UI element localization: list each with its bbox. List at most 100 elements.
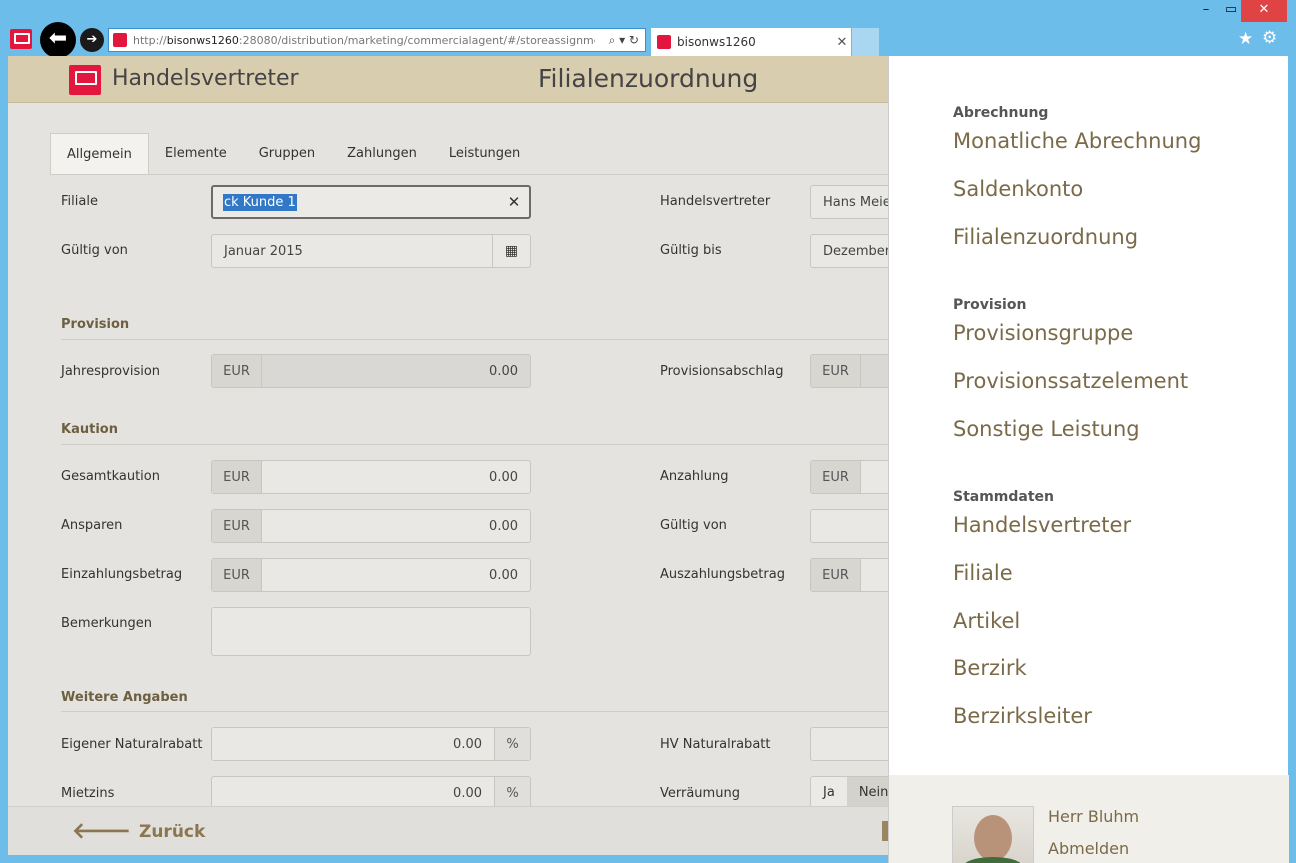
tab-title: bisonws1260 bbox=[677, 35, 756, 49]
menu-item-filialenzuordnung[interactable]: Filialenzuordnung bbox=[953, 225, 1138, 249]
minimize-button[interactable]: – bbox=[1191, 0, 1221, 22]
menu-item-berzirksleiter[interactable]: Berzirksleiter bbox=[953, 704, 1092, 728]
address-tools[interactable]: ⌕ ▾ ↻ bbox=[595, 33, 645, 48]
menu-category-abrechnung: Abrechnung bbox=[953, 105, 1049, 121]
tab-gruppen[interactable]: Gruppen bbox=[243, 133, 331, 175]
tab-elemente[interactable]: Elemente bbox=[149, 133, 243, 175]
page-title: Filialenzuordnung bbox=[538, 64, 759, 93]
currency-addon: EUR bbox=[212, 355, 262, 387]
gueltig-bis-value: Dezember bbox=[823, 243, 888, 259]
back-button-label: Zurück bbox=[139, 822, 206, 842]
einzahlungsbetrag-value: 0.00 bbox=[489, 567, 518, 583]
back-icon[interactable]: ⬅ bbox=[40, 22, 76, 58]
menu-item-filiale[interactable]: Filiale bbox=[953, 561, 1013, 585]
gesamtkaution-value: 0.00 bbox=[489, 469, 518, 485]
ansparen-field[interactable]: EUR 0.00 bbox=[211, 509, 531, 543]
mietzins-label: Mietzins bbox=[61, 786, 115, 801]
ansparen-value: 0.00 bbox=[489, 518, 518, 534]
provisionsabschlag-field: EUR bbox=[810, 354, 888, 388]
logout-link[interactable]: Abmelden bbox=[1048, 839, 1129, 858]
tab-zahlungen[interactable]: Zahlungen bbox=[331, 133, 433, 175]
kaution-gueltig-von-field[interactable] bbox=[810, 509, 888, 543]
app-logo-icon bbox=[10, 29, 32, 49]
address-bar[interactable]: http://bisonws1260:28080/distribution/ma… bbox=[108, 28, 646, 52]
auszahlungsbetrag-field[interactable]: EUR bbox=[810, 558, 888, 592]
gueltig-von-field[interactable]: Januar 2015 ▦ bbox=[211, 234, 531, 268]
site-favicon-icon bbox=[113, 33, 127, 47]
handelsvertreter-value: Hans Meier bbox=[823, 194, 888, 210]
calendar-icon[interactable]: ▦ bbox=[492, 235, 530, 267]
auszahlungsbetrag-label: Auszahlungsbetrag bbox=[660, 567, 785, 582]
new-tab-button[interactable] bbox=[852, 28, 879, 56]
anzahlung-field[interactable]: EUR bbox=[810, 460, 888, 494]
ansparen-label: Ansparen bbox=[61, 518, 123, 533]
toggle-nein[interactable]: Nein bbox=[846, 777, 888, 809]
section-divider bbox=[61, 444, 888, 445]
close-window-button[interactable]: ✕ bbox=[1241, 0, 1287, 22]
bemerkungen-textarea[interactable] bbox=[211, 607, 531, 656]
menu-category-stammdaten: Stammdaten bbox=[953, 489, 1055, 505]
gesamtkaution-label: Gesamtkaution bbox=[61, 469, 160, 484]
menu-item-provisionsgruppe[interactable]: Provisionsgruppe bbox=[953, 321, 1133, 345]
tabs-divider bbox=[50, 174, 888, 175]
gesamtkaution-field[interactable]: EUR 0.00 bbox=[211, 460, 531, 494]
section-weitere-angaben: Weitere Angaben bbox=[61, 690, 188, 705]
menu-item-artikel[interactable]: Artikel bbox=[953, 609, 1020, 633]
percent-addon: % bbox=[494, 777, 530, 809]
mietzins-value: 0.00 bbox=[453, 785, 482, 801]
favorites-star-icon[interactable]: ★ bbox=[1238, 29, 1253, 49]
url-prefix: http:// bbox=[133, 33, 167, 47]
back-button[interactable]: 🡐 Zurück bbox=[72, 821, 206, 843]
jahresprovision-label: Jahresprovision bbox=[61, 364, 161, 379]
einzahlungsbetrag-label: Einzahlungsbetrag bbox=[61, 567, 183, 582]
menu-item-saldenkonto[interactable]: Saldenkonto bbox=[953, 177, 1083, 201]
tab-leistungen[interactable]: Leistungen bbox=[433, 133, 536, 175]
page-header: Handelsvertreter Filialenzuordnung bbox=[8, 56, 888, 103]
clear-icon[interactable]: ✕ bbox=[499, 193, 529, 211]
currency-addon: EUR bbox=[811, 559, 861, 591]
percent-addon: % bbox=[494, 728, 530, 760]
app-name: Handelsvertreter bbox=[112, 66, 299, 91]
url-text[interactable]: http://bisonws1260:28080/distribution/ma… bbox=[133, 34, 595, 47]
eigener-naturalrabatt-label: Eigener Naturalrabatt bbox=[61, 737, 203, 752]
eigener-naturalrabatt-value: 0.00 bbox=[453, 736, 482, 752]
settings-gear-icon[interactable]: ⚙ bbox=[1262, 28, 1277, 48]
menu-item-sonstige-leistung[interactable]: Sonstige Leistung bbox=[953, 417, 1140, 441]
tab-close-icon[interactable]: ✕ bbox=[833, 35, 851, 50]
currency-addon: EUR bbox=[212, 559, 262, 591]
menu-item-monatliche-abrechnung[interactable]: Monatliche Abrechnung bbox=[953, 129, 1201, 153]
browser-tab[interactable]: bisonws1260 ✕ bbox=[651, 28, 851, 56]
page-footer: 🡐 Zurück bbox=[8, 806, 888, 855]
menu-item-provisionssatzelement[interactable]: Provisionssatzelement bbox=[953, 369, 1188, 393]
section-kaution: Kaution bbox=[61, 422, 118, 437]
user-name: Herr Bluhm bbox=[1048, 807, 1140, 826]
hv-naturalrabatt-field[interactable] bbox=[810, 727, 888, 761]
avatar bbox=[952, 806, 1034, 863]
gueltig-von-value: Januar 2015 bbox=[224, 243, 303, 259]
maximize-button[interactable]: ▭ bbox=[1221, 0, 1241, 22]
verraeumung-label: Verräumung bbox=[660, 786, 740, 801]
anzahlung-label: Anzahlung bbox=[660, 469, 729, 484]
jahresprovision-field: EUR 0.00 bbox=[211, 354, 531, 388]
gueltig-bis-field[interactable]: Dezember bbox=[810, 234, 888, 268]
einzahlungsbetrag-field[interactable]: EUR 0.00 bbox=[211, 558, 531, 592]
side-menu: Abrechnung Monatliche Abrechnung Saldenk… bbox=[888, 56, 1289, 863]
mietzins-field[interactable]: 0.00 % bbox=[211, 776, 531, 810]
menu-item-berzirk[interactable]: Berzirk bbox=[953, 656, 1027, 680]
handelsvertreter-select[interactable]: Hans Meier bbox=[810, 185, 888, 219]
verraeumung-toggle[interactable]: Ja Nein bbox=[810, 776, 888, 810]
forward-icon[interactable]: ➔ bbox=[80, 28, 104, 52]
currency-addon: EUR bbox=[811, 461, 861, 493]
handelsvertreter-label: Handelsvertreter bbox=[660, 194, 771, 209]
menu-item-handelsvertreter[interactable]: Handelsvertreter bbox=[953, 513, 1131, 537]
eigener-naturalrabatt-field[interactable]: 0.00 % bbox=[211, 727, 531, 761]
toggle-ja[interactable]: Ja bbox=[811, 777, 847, 809]
currency-addon: EUR bbox=[212, 510, 262, 542]
url-host: bisonws1260 bbox=[166, 33, 239, 47]
tab-allgemein[interactable]: Allgemein bbox=[50, 133, 149, 175]
filiale-input[interactable]: ck Kunde 1 ✕ bbox=[211, 185, 531, 219]
provisionsabschlag-label: Provisionsabschlag bbox=[660, 364, 784, 379]
section-divider bbox=[61, 711, 888, 712]
section-divider bbox=[61, 339, 888, 340]
bemerkungen-label: Bemerkungen bbox=[61, 616, 153, 631]
